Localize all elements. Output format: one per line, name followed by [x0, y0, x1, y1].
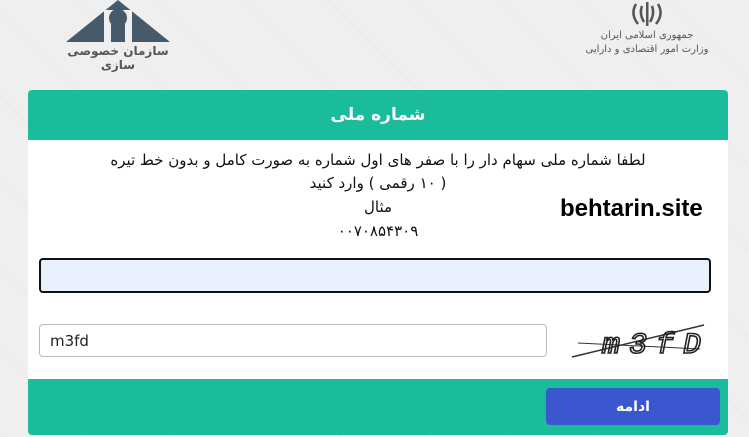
instruction-line2: ( ۱۰ رقمی ) وارد کنید [309, 174, 447, 192]
captcha-image: m3fD [568, 315, 708, 365]
instruction-line1: لطفا شماره ملی سهام دار را با صفر های او… [110, 151, 646, 169]
national-id-card: شماره ملی لطفا شماره ملی سهام دار را با … [28, 90, 728, 435]
privatization-organization-logo: سازمان خصوصی سازی [58, 0, 178, 72]
organization-emblem-icon [66, 0, 170, 42]
example-label: مثال [363, 198, 393, 216]
ministry-logo: جمهوری اسلامی ایران وزارت امور اقتصادی و… [582, 0, 712, 70]
site-watermark: behtarin.site [560, 195, 703, 222]
continue-button[interactable]: ادامه [546, 388, 720, 425]
right-logo-line1: جمهوری اسلامی ایران [600, 30, 694, 41]
iran-emblem-icon [632, 2, 662, 26]
national-id-input[interactable] [39, 258, 711, 293]
captcha-input[interactable] [39, 324, 547, 357]
card-body: لطفا شماره ملی سهام دار را با صفر های او… [28, 140, 728, 379]
left-logo-caption: سازمان خصوصی سازی [67, 44, 169, 72]
card-title: شماره ملی [330, 105, 426, 125]
example-value: ۰۰۷۰۸۵۴۳۰۹ [337, 222, 419, 240]
captcha-image-text: m3fD [602, 329, 708, 363]
right-logo-line2: وزارت امور اقتصادی و دارایی [585, 44, 709, 55]
instruction-text: لطفا شماره ملی سهام دار را با صفر های او… [78, 149, 678, 195]
